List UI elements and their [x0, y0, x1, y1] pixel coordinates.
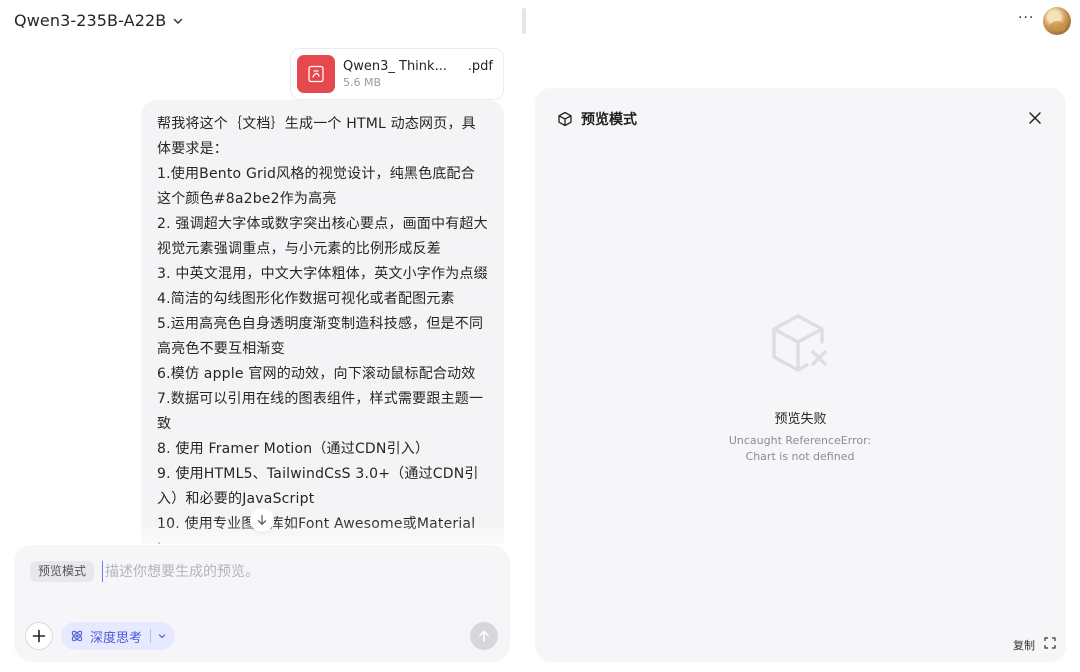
preview-mode-tag[interactable]: 预览模式: [30, 561, 95, 582]
preview-fail-title: 预览失败: [774, 412, 827, 427]
message-composer: 预览模式 深度思考: [14, 545, 510, 662]
broken-cube-icon: [772, 314, 827, 372]
preview-title: 预览模式: [581, 112, 637, 128]
prompt-input[interactable]: [102, 561, 482, 582]
preview-error-message: Uncaught ReferenceError: Chart is not de…: [728, 434, 872, 463]
atom-icon: [71, 630, 83, 642]
file-size: 5.6 MB: [343, 76, 382, 89]
message-fade: [141, 520, 504, 544]
scrollbar-thumb[interactable]: [522, 8, 526, 34]
deep-think-label: 深度思考: [90, 630, 143, 646]
preview-panel: 预览模式 预览失败 Uncaught ReferenceError: Chart…: [535, 88, 1066, 662]
arrow-down-icon: [257, 514, 267, 525]
arrow-up-icon: [479, 630, 489, 642]
fullscreen-icon[interactable]: [1044, 637, 1056, 649]
send-button[interactable]: [470, 622, 498, 650]
chevron-down-icon: [174, 18, 183, 24]
user-message-text: 帮我将这个｛文档｝生成一个 HTML 动态网页，具体要求是： 1.使用Bento…: [157, 116, 488, 544]
divider: [150, 629, 152, 643]
copy-button[interactable]: 复制: [1013, 637, 1035, 653]
file-extension: .pdf: [467, 59, 493, 74]
top-bar: Qwen3-235B-A22B ···: [0, 0, 1080, 44]
close-preview-button[interactable]: [1025, 108, 1045, 128]
close-icon: [1029, 112, 1041, 124]
scroll-to-bottom-button[interactable]: [250, 508, 274, 532]
model-name: Qwen3-235B-A22B: [14, 11, 167, 30]
chat-area: Qwen3_ Think... .pdf 5.6 MB 帮我将这个｛文档｝生成一…: [0, 44, 520, 544]
more-options-button[interactable]: ···: [1018, 10, 1034, 26]
plus-icon: [32, 629, 46, 643]
model-selector[interactable]: Qwen3-235B-A22B: [14, 11, 184, 30]
avatar[interactable]: [1043, 7, 1071, 35]
pdf-file-icon: [297, 55, 335, 93]
chevron-down-icon[interactable]: [157, 631, 167, 641]
deep-think-toggle[interactable]: 深度思考: [61, 622, 176, 650]
user-message-bubble: 帮我将这个｛文档｝生成一个 HTML 动态网页，具体要求是： 1.使用Bento…: [141, 100, 504, 544]
file-name: Qwen3_ Think...: [343, 59, 447, 74]
cube-icon: [558, 111, 572, 127]
add-attachment-button[interactable]: [25, 622, 53, 650]
file-attachment-card[interactable]: Qwen3_ Think... .pdf 5.6 MB: [290, 48, 504, 100]
